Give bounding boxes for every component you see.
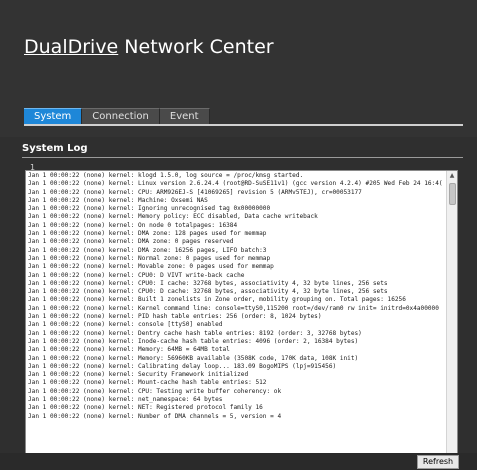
log-line: Jan 1 00:00:22 (none) kernel: Kernel com… [28,304,439,312]
section-title: System Log [22,143,88,154]
log-line: Jan 1 00:00:22 (none) kernel: On node 0 … [28,221,238,229]
log-line: Jan 1 00:00:22 (none) kernel: Machine: O… [28,196,208,204]
log-line: Jan 1 00:00:22 (none) kernel: DMA zone: … [28,238,234,246]
tab-connection[interactable]: Connection [82,108,160,124]
log-line: Jan 1 00:00:22 (none) kernel: Number of … [28,412,282,420]
log-line: Jan 1 00:00:22 (none) kernel: CPU0: D VI… [28,271,245,279]
app-title-rest: Network Center [118,36,274,58]
tab-bar: System Connection Event [24,108,210,124]
log-line: Jan 1 00:00:22 (none) kernel: CPU0: I ca… [28,279,388,287]
app-window: DualDrive Network Center System Connecti… [0,0,477,470]
section-divider [22,157,463,158]
log-line: Jan 1 00:00:22 (none) kernel: CPU0: D ca… [28,288,388,296]
tab-event[interactable]: Event [159,108,210,124]
refresh-button[interactable]: Refresh [417,455,459,469]
app-title-brand: DualDrive [24,36,119,58]
log-line: Jan 1 00:00:22 (none) kernel: DMA zone: … [28,246,267,254]
tab-underline [24,124,463,126]
log-scrollbar[interactable]: ▲ ▼ [446,171,457,468]
log-line: Jan 1 00:00:22 (none) kernel: Calibratin… [28,362,337,370]
app-title: DualDrive Network Center [24,36,274,58]
scroll-up-icon[interactable]: ▲ [447,171,457,180]
system-log-textarea[interactable]: Jan 1 00:00:22 (none) kernel: klogd 1.5.… [25,170,458,469]
log-line: Jan 1 00:00:22 (none) kernel: Built 1 zo… [28,296,406,304]
log-line: Jan 1 00:00:22 (none) kernel: CPU: ARM92… [28,188,362,196]
footer-bar [0,453,477,470]
log-line: Jan 1 00:00:22 (none) kernel: Memory: 56… [28,354,359,362]
log-line: Jan 1 00:00:22 (none) kernel: Security F… [28,371,249,379]
log-line: Jan 1 00:00:22 (none) kernel: console [t… [28,321,223,329]
log-line: Jan 1 00:00:22 (none) kernel: NET: Regis… [28,404,263,412]
log-line: Jan 1 00:00:22 (none) kernel: Inode-cach… [28,337,359,345]
log-line: Jan 1 00:00:22 (none) kernel: PID hash t… [28,313,322,321]
scrollbar-thumb[interactable] [449,183,456,205]
log-line: Jan 1 00:00:22 (none) kernel: Dentry cac… [28,329,362,337]
log-lines: Jan 1 00:00:22 (none) kernel: klogd 1.5.… [28,172,446,421]
log-line: Jan 1 00:00:22 (none) kernel: net_namesp… [28,396,223,404]
log-line: Jan 1 00:00:22 (none) kernel: Ignoring u… [28,205,271,213]
content-panel: System Log 1 Jan 1 00:00:22 (none) kerne… [0,137,477,470]
log-line: Jan 1 00:00:22 (none) kernel: klogd 1.5.… [28,172,304,179]
log-line: Jan 1 00:00:22 (none) kernel: Normal zon… [28,254,271,262]
log-line: Jan 1 00:00:22 (none) kernel: Movable zo… [28,263,274,271]
log-line: Jan 1 00:00:22 (none) kernel: Linux vers… [28,180,443,188]
log-line: Jan 1 00:00:22 (none) kernel: CPU: Testi… [28,387,282,395]
header: DualDrive Network Center System Connecti… [0,0,477,137]
log-line: Jan 1 00:00:22 (none) kernel: Memory pol… [28,213,318,221]
log-line: Jan 1 00:00:22 (none) kernel: Memory: 64… [28,346,230,354]
log-line: Jan 1 00:00:22 (none) kernel: Mount-cach… [28,379,267,387]
log-line: Jan 1 00:00:22 (none) kernel: DMA zone: … [28,230,267,238]
tab-system[interactable]: System [24,108,83,124]
